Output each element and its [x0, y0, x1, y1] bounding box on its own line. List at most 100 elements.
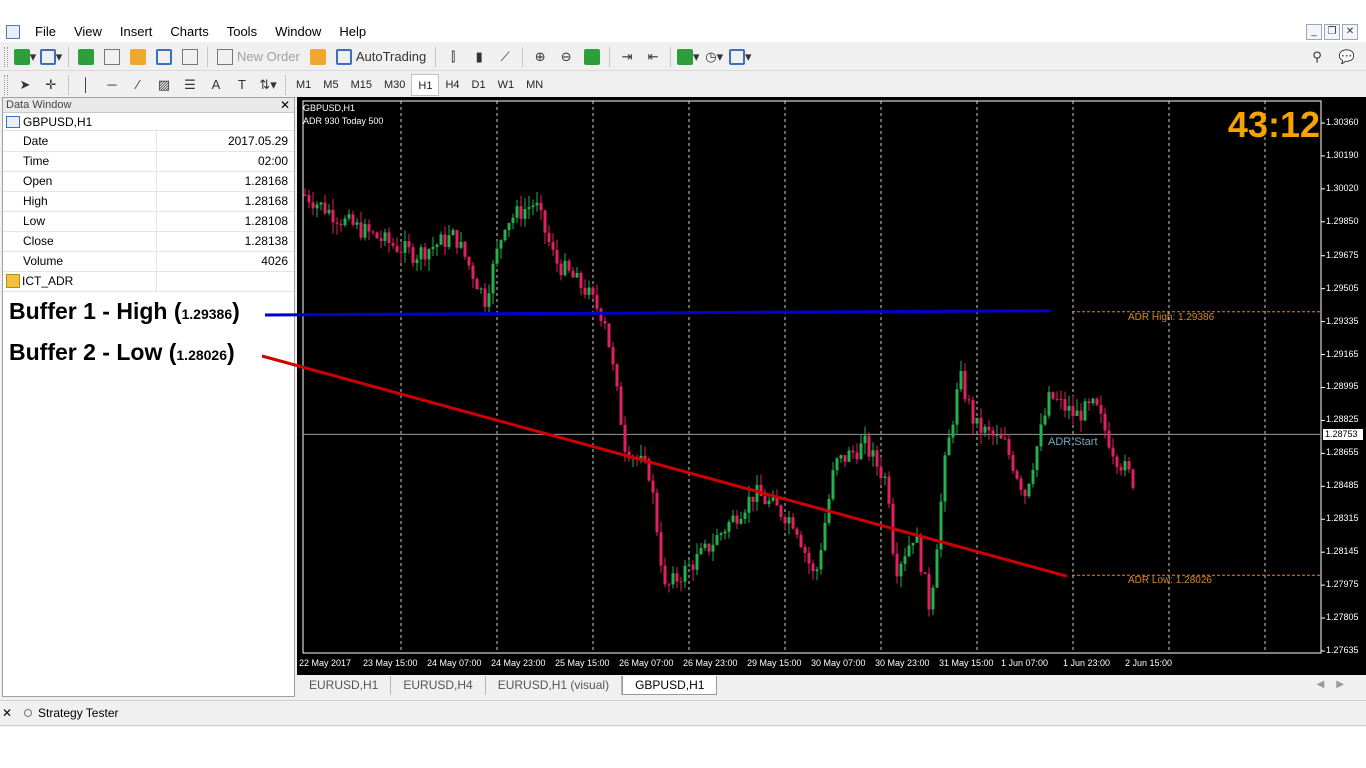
new-order-button[interactable]: New Order: [213, 46, 304, 68]
buffer1-value: 1.29386: [181, 306, 233, 322]
candlestick-button[interactable]: ▮: [467, 46, 491, 68]
tab-eurusd-h1[interactable]: EURUSD,H1: [297, 676, 392, 695]
arrows-button[interactable]: ⇅ ▾: [256, 74, 280, 96]
tab-gbpusd-h1[interactable]: GBPUSD,H1: [622, 676, 718, 695]
price-tick-label: 1.30360: [1326, 117, 1359, 127]
tile-windows-button[interactable]: [580, 46, 604, 68]
new-order-label: New Order: [237, 49, 300, 64]
menu-tools[interactable]: Tools: [218, 22, 266, 42]
menu-view[interactable]: View: [65, 22, 111, 42]
candle-body: [447, 235, 451, 247]
timeframe-m15[interactable]: M15: [345, 74, 378, 96]
tab-scroll-arrows[interactable]: ◀▶: [1317, 679, 1356, 690]
tab-eurusd-h4[interactable]: EURUSD,H4: [391, 676, 486, 695]
terminal-button[interactable]: [152, 46, 176, 68]
price-tick-label: 1.27805: [1326, 612, 1359, 623]
templates-button[interactable]: ▾: [728, 46, 752, 68]
price-tick-label: 1.28315: [1326, 513, 1359, 524]
timeframe-m1[interactable]: M1: [290, 74, 317, 96]
time-tick-label: 30 May 23:00: [875, 658, 930, 668]
candle-body: [755, 484, 759, 502]
line-chart-icon: ⟋: [500, 48, 510, 64]
candle-body: [451, 229, 455, 236]
indicators-button[interactable]: ▾: [676, 46, 700, 68]
price-tick-label: 1.28485: [1326, 480, 1359, 491]
restore-icon[interactable]: ❐: [1324, 24, 1340, 40]
menu-window[interactable]: Window: [266, 22, 330, 42]
price-tick-label: 1.29850: [1326, 215, 1359, 226]
table-row: Open 1.28168: [3, 171, 294, 192]
candle-body: [547, 232, 551, 243]
buffer2-value: 1.28026: [176, 347, 227, 363]
bar-chart-button[interactable]: ⫿: [441, 46, 465, 68]
candle-body: [823, 522, 827, 551]
candle-body: [743, 512, 747, 519]
fibonacci-button[interactable]: ☰: [178, 74, 202, 96]
row-value: 2017.05.29: [156, 131, 294, 152]
data-window-button[interactable]: [100, 46, 124, 68]
minimize-icon[interactable]: _: [1306, 24, 1322, 40]
chart-area[interactable]: GBPUSD,H1 ADR 930 Today 500 43:12 ADR Hi…: [297, 97, 1366, 675]
menu-charts[interactable]: Charts: [161, 22, 217, 42]
tester-button[interactable]: [178, 46, 202, 68]
window-controls: _ ❐ ✕: [1306, 24, 1358, 40]
row-key: Close: [3, 231, 157, 252]
toolbar-separator: [522, 46, 524, 67]
new-chart-button[interactable]: ▾: [13, 46, 37, 68]
menu-help[interactable]: Help: [330, 22, 375, 42]
chart-canvas[interactable]: [297, 97, 1366, 675]
zoom-in-button[interactable]: ⊕: [528, 46, 552, 68]
close-icon[interactable]: ✕: [1342, 24, 1358, 40]
adr-start-label: ADR Start: [1048, 436, 1098, 448]
close-icon[interactable]: ✕: [280, 98, 290, 113]
candle-body: [427, 249, 431, 260]
adr-low-label: ADR Low: 1.28026: [1128, 575, 1212, 586]
vertical-line-button[interactable]: │: [74, 74, 98, 96]
chat-button[interactable]: 💬: [1335, 46, 1359, 68]
candle-body: [571, 270, 575, 278]
strategy-tester-label[interactable]: Strategy Tester: [38, 706, 118, 720]
metaeditor-button[interactable]: [306, 46, 330, 68]
toolbar-grip[interactable]: [4, 74, 8, 95]
price-tick-label: 1.29335: [1326, 315, 1359, 326]
text-button[interactable]: A: [204, 74, 228, 96]
timeframe-h4[interactable]: H4: [439, 74, 465, 96]
price-tick-label: 1.30190: [1326, 149, 1359, 160]
search-button[interactable]: ⚲: [1305, 46, 1329, 68]
chart-shift-button[interactable]: ⇤: [641, 46, 665, 68]
line-chart-button[interactable]: ⟋: [493, 46, 517, 68]
auto-scroll-button[interactable]: ⇥: [615, 46, 639, 68]
profiles-button[interactable]: ▾: [39, 46, 63, 68]
table-row: Volume 4026: [3, 251, 294, 272]
navigator-button[interactable]: [126, 46, 150, 68]
menu-file[interactable]: File: [26, 22, 65, 42]
crosshair-button[interactable]: ✛: [39, 74, 63, 96]
autotrading-button[interactable]: AutoTrading: [332, 46, 430, 68]
zoom-out-button[interactable]: ⊖: [554, 46, 578, 68]
tile-windows-icon: [584, 48, 601, 65]
text-label-button[interactable]: T: [230, 74, 254, 96]
market-watch-button[interactable]: [74, 46, 98, 68]
periods-button[interactable]: ◷ ▾: [702, 46, 726, 68]
timeframe-h1[interactable]: H1: [411, 73, 440, 96]
toolbar-grip[interactable]: [4, 46, 8, 67]
horizontal-line-button[interactable]: ─: [100, 74, 124, 96]
timeframe-m30[interactable]: M30: [378, 74, 411, 96]
horizontal-line-icon: ─: [107, 77, 117, 92]
close-icon[interactable]: ✕: [2, 706, 14, 720]
timeframe-mn[interactable]: MN: [520, 74, 549, 96]
menu-insert[interactable]: Insert: [111, 22, 162, 42]
tab-eurusd-h1-visual[interactable]: EURUSD,H1 (visual): [486, 676, 623, 695]
candle-body: [939, 501, 943, 550]
new-order-icon: [217, 48, 233, 65]
timeframe-w1[interactable]: W1: [492, 74, 521, 96]
time-tick-label: 26 May 23:00: [683, 658, 738, 668]
candle-body: [1023, 489, 1027, 497]
timeframe-d1[interactable]: D1: [466, 74, 492, 96]
auto-scroll-icon: ⇥: [621, 48, 633, 64]
zoom-out-icon: ⊖: [560, 48, 572, 64]
trendline-button[interactable]: ⁄: [126, 74, 150, 96]
channel-button[interactable]: ▨: [152, 74, 176, 96]
cursor-button[interactable]: ➤: [13, 74, 37, 96]
timeframe-m5[interactable]: M5: [317, 74, 344, 96]
